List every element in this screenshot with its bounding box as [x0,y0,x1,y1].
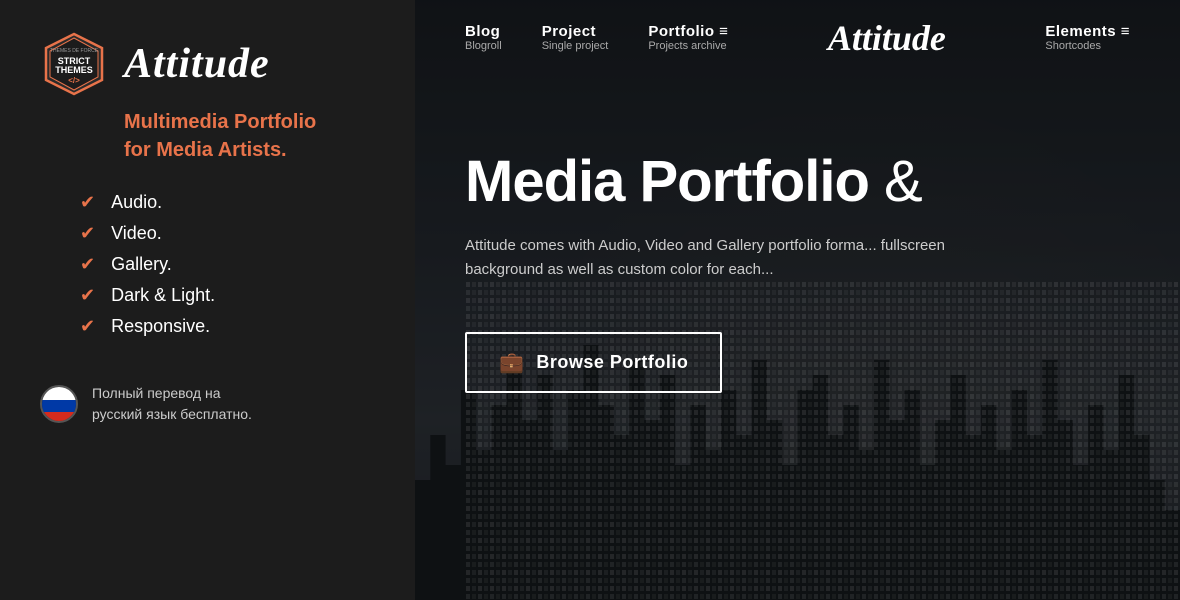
feature-video: ✔ Video. [80,223,375,244]
heading-text: Media Portfolio [465,149,869,214]
nav-portfolio-label[interactable]: Portfolio ≡ [648,23,728,40]
svg-text:</>: </> [68,76,80,85]
russian-section: Полный перевод нарусский язык бесплатно. [40,383,375,425]
right-main-content: Media Portfolio & Attitude comes with Au… [465,150,1150,393]
top-navigation: Blog Blogroll Project Single project Por… [415,0,1180,75]
russian-text: Полный перевод нарусский язык бесплатно. [92,383,252,425]
svg-text:THEMES DE FORCE: THEMES DE FORCE [50,48,99,54]
svg-text:THEMES: THEMES [55,65,93,75]
nav-items-right: Elements ≡ Shortcodes [1045,23,1130,52]
feature-gallery: ✔ Gallery. [80,254,375,275]
russian-flag [40,385,78,423]
feature-label: Video. [111,223,162,244]
left-panel: THEMES DE FORCE STRICT THEMES </> Attitu… [0,0,415,600]
nav-logo-center: Attitude [728,17,1045,59]
nav-elements-sub: Shortcodes [1045,40,1130,52]
check-icon: ✔ [80,223,95,244]
check-icon: ✔ [80,285,95,306]
nav-project-sub: Single project [542,40,609,52]
logo-area: THEMES DE FORCE STRICT THEMES </> Attitu… [40,30,375,98]
nav-blog-label[interactable]: Blog [465,23,502,40]
feature-label: Responsive. [111,316,210,337]
nav-blog[interactable]: Blog Blogroll [465,23,502,52]
briefcase-icon: 💼 [499,350,524,375]
browse-portfolio-button[interactable]: 💼 Browse Portfolio [465,332,722,393]
nav-elements[interactable]: Elements ≡ Shortcodes [1045,23,1130,52]
feature-audio: ✔ Audio. [80,192,375,213]
nav-project-label[interactable]: Project [542,23,609,40]
nav-blog-sub: Blogroll [465,40,502,52]
nav-project[interactable]: Project Single project [542,23,609,52]
ampersand: & [884,149,922,214]
nav-portfolio-sub: Projects archive [648,40,728,52]
nav-portfolio[interactable]: Portfolio ≡ Projects archive [648,23,728,52]
right-panel: Blog Blogroll Project Single project Por… [415,0,1180,600]
strict-themes-badge: THEMES DE FORCE STRICT THEMES </> [40,30,108,98]
main-heading: Media Portfolio & [465,150,1150,214]
tagline: Multimedia Portfoliofor Media Artists. [124,108,375,164]
features-list: ✔ Audio. ✔ Video. ✔ Gallery. ✔ Dark & Li… [80,192,375,347]
check-icon: ✔ [80,254,95,275]
nav-elements-label[interactable]: Elements ≡ [1045,23,1130,40]
check-icon: ✔ [80,316,95,337]
left-logo: Attitude [124,40,270,88]
browse-portfolio-label: Browse Portfolio [536,352,688,373]
nav-items-left: Blog Blogroll Project Single project Por… [465,23,728,52]
right-logo[interactable]: Attitude [828,17,946,59]
feature-responsive: ✔ Responsive. [80,316,375,337]
feature-dark-light: ✔ Dark & Light. [80,285,375,306]
check-icon: ✔ [80,192,95,213]
feature-label: Gallery. [111,254,172,275]
feature-label: Dark & Light. [111,285,215,306]
main-description: Attitude comes with Audio, Video and Gal… [465,234,965,282]
feature-label: Audio. [111,192,162,213]
